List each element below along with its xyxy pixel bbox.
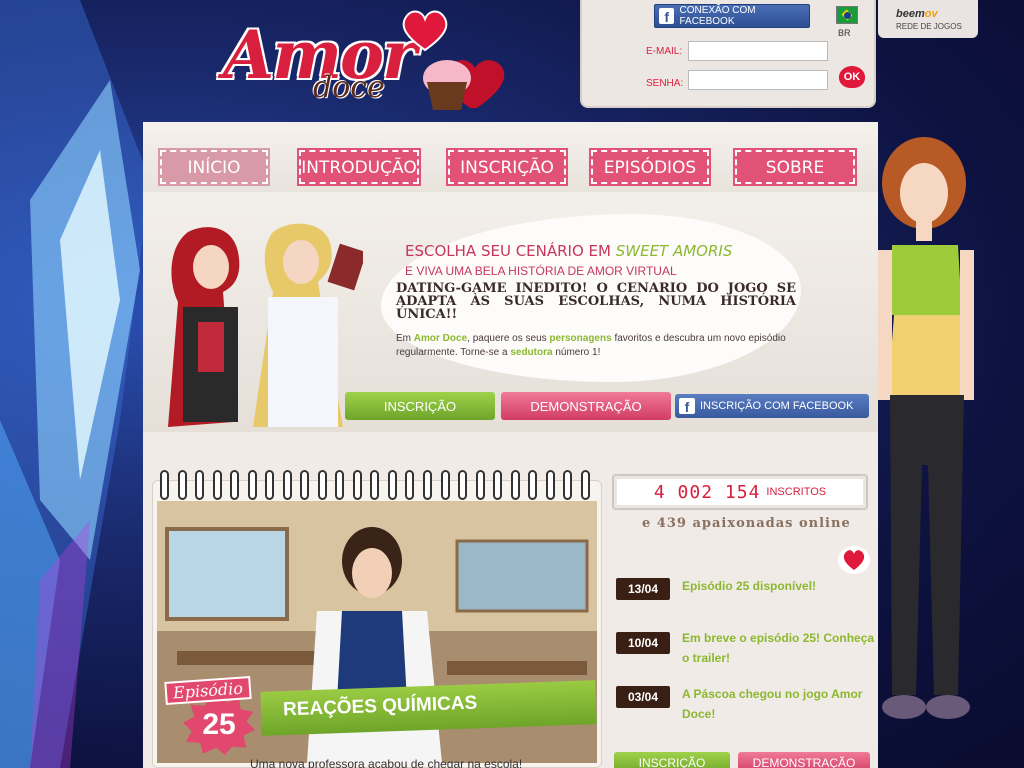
hero-section: ESCOLHA SEU CENÁRIO EM SWEET AMORIS E VI… — [143, 192, 878, 432]
hero-p-4: número 1! — [552, 347, 601, 358]
bottom-signup-button[interactable]: INSCRIÇÃO — [614, 752, 730, 768]
facebook-icon: f — [659, 8, 675, 24]
hero-heading: ESCOLHA SEU CENÁRIO EM SWEET AMORIS — [405, 242, 732, 260]
notebook-rings — [160, 470, 590, 500]
heart-icon — [843, 550, 865, 570]
hero-subheading: E VIVA UMA BELA HISTÓRIA DE AMOR VIRTUAL — [405, 264, 677, 278]
nav-episodios[interactable]: EPISÓDIOS — [589, 148, 711, 186]
facebook-icon: f — [679, 398, 695, 414]
online-count: e 439 apaixonadas online — [642, 516, 851, 531]
network-label: REDE DE JOGOS — [896, 22, 962, 31]
news-date: 13/04 — [616, 578, 670, 600]
news-text[interactable]: Episódio 25 disponível! — [682, 576, 877, 596]
nav-bar: INÍCIO INTRODUÇÃO INSCRIÇÃO EPISÓDIOS SO… — [143, 122, 878, 192]
hero-p-1: Em — [396, 333, 414, 344]
amor-doce-logo[interactable]: Amor doce — [205, 8, 535, 120]
login-panel: f CONEXÃO COM FACEBOOK BR E-MAIL: SENHA:… — [580, 0, 876, 108]
beemoov-network[interactable]: beemov REDE DE JOGOS — [878, 0, 978, 38]
heart-badge — [838, 546, 870, 574]
nav-introducao[interactable]: INTRODUÇÃO — [297, 148, 421, 186]
hero-paragraph: Em Amor Doce, paquere os seus personagen… — [396, 332, 796, 360]
cupcake-icon — [423, 60, 505, 110]
facebook-connect-button[interactable]: f CONEXÃO COM FACEBOOK — [654, 4, 810, 28]
hero-headline: DATING-GAME INEDITO! O CENARIO DO JOGO S… — [396, 281, 796, 322]
news-text[interactable]: Em breve o episódio 25! Conheça o traile… — [682, 628, 877, 668]
episode-description: Uma nova professora acabou de chegar na … — [250, 757, 523, 768]
hero-heading-prefix: ESCOLHA SEU CENÁRIO EM — [405, 242, 616, 260]
brazil-flag-icon[interactable] — [836, 6, 858, 24]
signup-count-label: INSCRITOS — [766, 486, 827, 498]
episode-card[interactable]: REAÇÕES QUÍMICAS Episódio 25 — [152, 480, 602, 768]
password-field[interactable] — [688, 70, 828, 90]
hero-p-game: Amor Doce — [413, 333, 468, 344]
email-field[interactable] — [688, 41, 828, 61]
facebook-signup-label: INSCRIÇÃO COM FACEBOOK — [700, 400, 854, 412]
beemoov-logo: beemov — [896, 8, 938, 20]
girl-character-illustration — [878, 137, 974, 719]
language-label: BR — [838, 28, 851, 38]
hero-p-characters: personagens — [549, 333, 612, 344]
signup-count: 4 002 154 — [653, 481, 761, 503]
news-text[interactable]: A Páscoa chegou no jogo Amor Doce! — [682, 684, 877, 724]
network-name-prefix: beem — [896, 8, 925, 20]
hero-p-2: , paquere os seus — [467, 333, 550, 344]
logo-doce-text: doce — [313, 70, 385, 105]
network-name-suffix: ov — [924, 8, 938, 20]
demo-button[interactable]: DEMONSTRAÇÃO — [501, 392, 671, 420]
hero-heading-game: SWEET AMORIS — [615, 242, 733, 260]
signup-button[interactable]: INSCRIÇÃO — [345, 392, 495, 420]
signup-counter: 4 002 154 INSCRITOS — [612, 474, 868, 510]
background-crystal — [0, 0, 150, 768]
facebook-connect-label: CONEXÃO COM FACEBOOK — [679, 5, 756, 27]
hero-p-seductress: sedutora — [510, 347, 553, 358]
news-date: 10/04 — [616, 632, 670, 654]
news-date: 03/04 — [616, 686, 670, 708]
email-label: E-MAIL: — [646, 46, 683, 57]
login-ok-button[interactable]: OK — [839, 66, 865, 88]
password-label: SENHA: — [646, 78, 684, 89]
heart-icon — [402, 10, 448, 52]
nav-sobre[interactable]: SOBRE — [733, 148, 857, 186]
facebook-signup-button[interactable]: f INSCRIÇÃO COM FACEBOOK — [675, 394, 869, 418]
nav-inicio[interactable]: INÍCIO — [158, 148, 270, 186]
nav-inscricao[interactable]: INSCRIÇÃO — [446, 148, 568, 186]
bottom-demo-button[interactable]: DEMONSTRAÇÃO — [738, 752, 870, 768]
